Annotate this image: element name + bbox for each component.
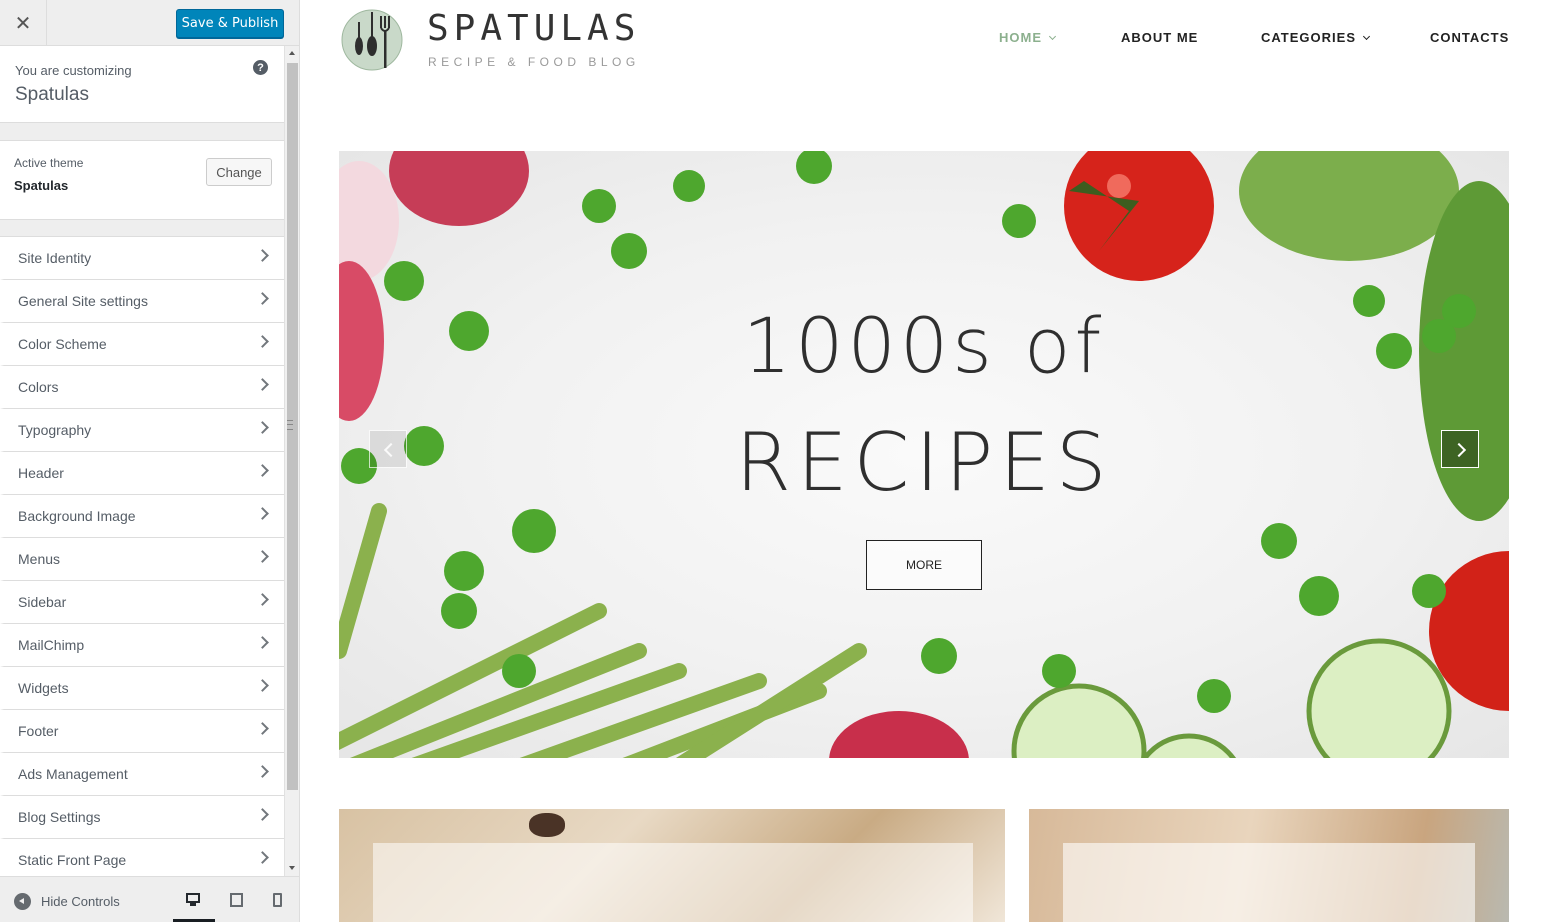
section-general-site-settings[interactable]: General Site settings (0, 280, 284, 323)
section-colors[interactable]: Colors (0, 366, 284, 409)
chevron-right-icon (256, 765, 269, 778)
section-header[interactable]: Header (0, 452, 284, 495)
cookie-image-detail (529, 813, 565, 837)
section-label: Sidebar (18, 594, 67, 610)
section-color-scheme[interactable]: Color Scheme (0, 323, 284, 366)
active-theme-name: Spatulas (14, 178, 69, 193)
section-site-identity[interactable]: Site Identity (0, 237, 284, 280)
site-preview: SPATULAS RECIPE & FOOD BLOG HOME ABOUT M… (300, 0, 1543, 922)
site-tagline: RECIPE & FOOD BLOG (428, 55, 640, 69)
nav-label: CATEGORIES (1261, 30, 1356, 45)
section-label: Color Scheme (18, 336, 107, 352)
hide-controls-label: Hide Controls (41, 893, 120, 909)
section-label: Background Image (18, 508, 136, 524)
section-static-front-page[interactable]: Static Front Page (0, 839, 284, 876)
mobile-icon[interactable] (272, 892, 292, 909)
desktop-icon[interactable] (184, 892, 204, 909)
chevron-right-icon (256, 335, 269, 348)
chevron-down-icon (1048, 32, 1057, 41)
card-overlay (373, 843, 973, 922)
customizer-sidebar: ✕ Save & Publish You are customizing Spa… (0, 0, 300, 922)
chevron-right-icon (256, 249, 269, 262)
close-icon: ✕ (14, 12, 32, 35)
chevron-right-icon (256, 593, 269, 606)
spatulas-logo-icon (341, 9, 403, 71)
close-customizer-button[interactable]: ✕ (0, 0, 47, 46)
more-button[interactable]: MORE (866, 540, 982, 590)
section-footer[interactable]: Footer (0, 710, 284, 753)
chevron-right-icon (256, 507, 269, 520)
chevron-right-icon (256, 722, 269, 735)
chevron-right-icon (256, 679, 269, 692)
section-mailchimp[interactable]: MailChimp (0, 624, 284, 667)
section-ads-management[interactable]: Ads Management (0, 753, 284, 796)
hero-title-line2: RECIPES (735, 416, 1113, 509)
featured-post-card[interactable] (1029, 809, 1509, 922)
section-label: Ads Management (18, 766, 128, 782)
hero-slider: 1000s of RECIPES MORE (339, 151, 1509, 758)
section-label: Typography (18, 422, 92, 438)
chevron-right-icon (256, 808, 269, 821)
section-label: General Site settings (18, 293, 148, 309)
customizer-panel: You are customizing Spatulas ? Active th… (0, 46, 284, 876)
help-icon[interactable]: ? (253, 60, 268, 75)
customizer-footer: Hide Controls (0, 876, 299, 922)
chevron-right-icon (256, 464, 269, 477)
tablet-icon[interactable] (229, 892, 249, 909)
panel-scrollbar[interactable] (284, 46, 299, 876)
resize-grip-icon[interactable] (287, 420, 293, 430)
nav-label: HOME (999, 30, 1042, 45)
site-brand[interactable]: SPATULAS (427, 8, 640, 49)
hero-title-line1: 1000s of (742, 301, 1106, 390)
site-name: Spatulas (15, 84, 89, 105)
section-label: Footer (18, 723, 59, 739)
chevron-right-icon (256, 292, 269, 305)
section-label: Static Front Page (18, 852, 127, 868)
slider-next-icon[interactable] (1441, 430, 1479, 468)
section-label: MailChimp (18, 637, 85, 653)
change-theme-button[interactable]: Change (206, 158, 272, 186)
hide-controls-button[interactable]: Hide Controls (14, 891, 120, 911)
scroll-down-arrow-icon[interactable] (289, 866, 295, 870)
section-background-image[interactable]: Background Image (0, 495, 284, 538)
active-theme-section: Active theme Spatulas Change (0, 140, 284, 220)
nav-about-me[interactable]: ABOUT ME (1121, 30, 1198, 45)
chevron-right-icon (256, 851, 269, 864)
active-theme-label: Active theme (14, 156, 84, 170)
section-label: Header (18, 465, 64, 481)
customizing-info: You are customizing Spatulas ? (0, 46, 284, 123)
section-widgets[interactable]: Widgets (0, 667, 284, 710)
chevron-right-icon (256, 550, 269, 563)
featured-post-card[interactable] (339, 809, 1005, 922)
section-menus[interactable]: Menus (0, 538, 284, 581)
nav-contacts[interactable]: CONTACTS (1430, 30, 1509, 45)
nav-categories[interactable]: CATEGORIES (1261, 30, 1371, 45)
card-overlay (1063, 843, 1475, 922)
section-typography[interactable]: Typography (0, 409, 284, 452)
section-label: Blog Settings (18, 809, 101, 825)
section-blog-settings[interactable]: Blog Settings (0, 796, 284, 839)
section-label: Site Identity (18, 250, 92, 266)
save-publish-button[interactable]: Save & Publish (176, 9, 284, 38)
collapse-arrow-icon (14, 892, 31, 910)
chevron-right-icon (256, 636, 269, 649)
customizer-sections: Site Identity General Site settings Colo… (0, 236, 284, 876)
customizer-header: ✕ Save & Publish (0, 0, 299, 46)
section-label: Colors (18, 379, 59, 395)
scroll-up-arrow-icon[interactable] (289, 51, 295, 55)
slider-prev-icon[interactable] (369, 430, 407, 468)
chevron-right-icon (256, 421, 269, 434)
section-sidebar[interactable]: Sidebar (0, 581, 284, 624)
customizing-label: You are customizing (15, 63, 132, 78)
section-label: Menus (18, 551, 61, 567)
chevron-right-icon (256, 378, 269, 391)
nav-home[interactable]: HOME (999, 30, 1057, 45)
section-label: Widgets (18, 680, 69, 696)
chevron-down-icon (1362, 32, 1371, 41)
